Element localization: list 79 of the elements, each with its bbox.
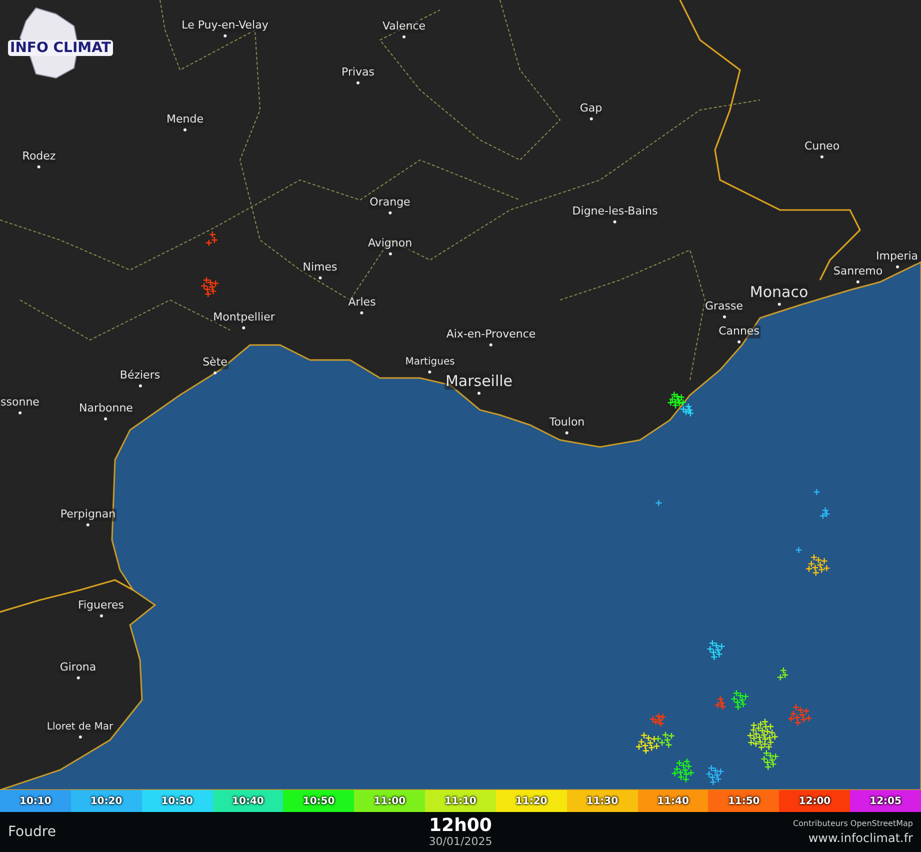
legend-item: 10:50 (283, 790, 354, 812)
city-dot-icon (722, 315, 726, 318)
city-dot-icon (184, 128, 186, 131)
legend-item: 12:05 (850, 790, 921, 812)
legend-item: 11:20 (496, 790, 567, 812)
city-dot-icon (856, 280, 860, 283)
city-label: Aix-en-Provence (445, 328, 537, 341)
legend-item: 10:40 (212, 790, 284, 812)
city-label: Sanremo (832, 265, 884, 278)
city-label: Narbonne (78, 402, 134, 415)
city-label: Cuneo (803, 140, 841, 153)
city-label: Béziers (118, 369, 162, 382)
city-dot-icon (242, 326, 246, 329)
city-label: Mende (166, 113, 204, 126)
city-dot-icon (100, 614, 102, 617)
city-label: Imperia (874, 250, 920, 263)
city-dot-icon (614, 220, 616, 223)
site-url: www.infoclimat.fr (808, 831, 913, 845)
city-dot-icon (778, 303, 780, 306)
legend-item: 11:10 (425, 790, 496, 812)
city-label: Rodez (21, 150, 57, 163)
city-dot-icon (356, 81, 360, 84)
city-dot-icon (388, 252, 392, 255)
city-dot-icon (138, 384, 142, 387)
city-dot-icon (318, 276, 322, 279)
credit-text: Contributeurs OpenStreetMap (792, 819, 913, 828)
city-label: Valence (381, 20, 427, 33)
city-label: Sète (202, 356, 228, 369)
city-label: Marseille (444, 372, 514, 390)
city-dot-icon (566, 431, 568, 434)
city-dot-icon (78, 735, 82, 738)
city-dot-icon (738, 340, 740, 343)
city-label: Le Puy-en-Velay (180, 19, 270, 32)
city-label: Digne-les-Bains (571, 205, 659, 218)
city-label: Avignon (366, 237, 414, 250)
legend-item: 10:20 (70, 790, 142, 812)
legend-item: 12:00 (779, 790, 850, 812)
legend-item: 11:40 (638, 790, 708, 812)
city-label: Arles (347, 296, 377, 309)
city-dot-icon (590, 117, 592, 120)
legend-item: 11:50 (708, 790, 780, 812)
city-dot-icon (428, 370, 432, 373)
city-label: Privas (340, 66, 376, 79)
city-label: Cannes (718, 325, 760, 338)
city-label: Gap (578, 102, 604, 115)
legend-item: 11:00 (354, 790, 426, 812)
city-dot-icon (402, 35, 406, 38)
city-dot-icon (820, 155, 824, 158)
city-dot-icon (214, 371, 216, 374)
city-dot-icon (224, 34, 226, 37)
city-dot-icon (478, 392, 480, 395)
city-dot-icon (86, 523, 90, 526)
legend-item: 10:30 (142, 790, 213, 812)
city-label: ssonne (0, 396, 40, 409)
date-label: 30/01/2025 (428, 835, 492, 848)
city-label: Martigues (404, 356, 456, 368)
city-dot-icon (104, 417, 108, 420)
city-dot-icon (360, 311, 364, 314)
city-dot-icon (76, 676, 80, 679)
city-dot-icon (18, 411, 22, 414)
city-dot-icon (38, 165, 40, 168)
city-label: Toulon (548, 416, 586, 429)
logo: INFO CLIMAT (8, 6, 120, 88)
legend-item: 10:10 (0, 790, 71, 812)
city-label: Lloret de Mar (46, 722, 114, 733)
city-label: Nimes (302, 261, 338, 274)
city-label: Orange (368, 196, 412, 209)
time-label: 12h00 (429, 816, 492, 836)
city-label: Grasse (704, 300, 744, 313)
city-dot-icon (388, 211, 392, 214)
city-label: Girona (58, 661, 98, 674)
city-label: Montpellier (212, 311, 276, 324)
city-dot-icon (896, 265, 898, 268)
city-label: Figueres (76, 599, 126, 612)
city-label: Perpignan (59, 508, 117, 521)
city-dot-icon (490, 343, 492, 346)
legend-item: 11:30 (566, 790, 638, 812)
layer-title: Foudre (8, 824, 56, 840)
city-label: Monaco (748, 284, 810, 301)
